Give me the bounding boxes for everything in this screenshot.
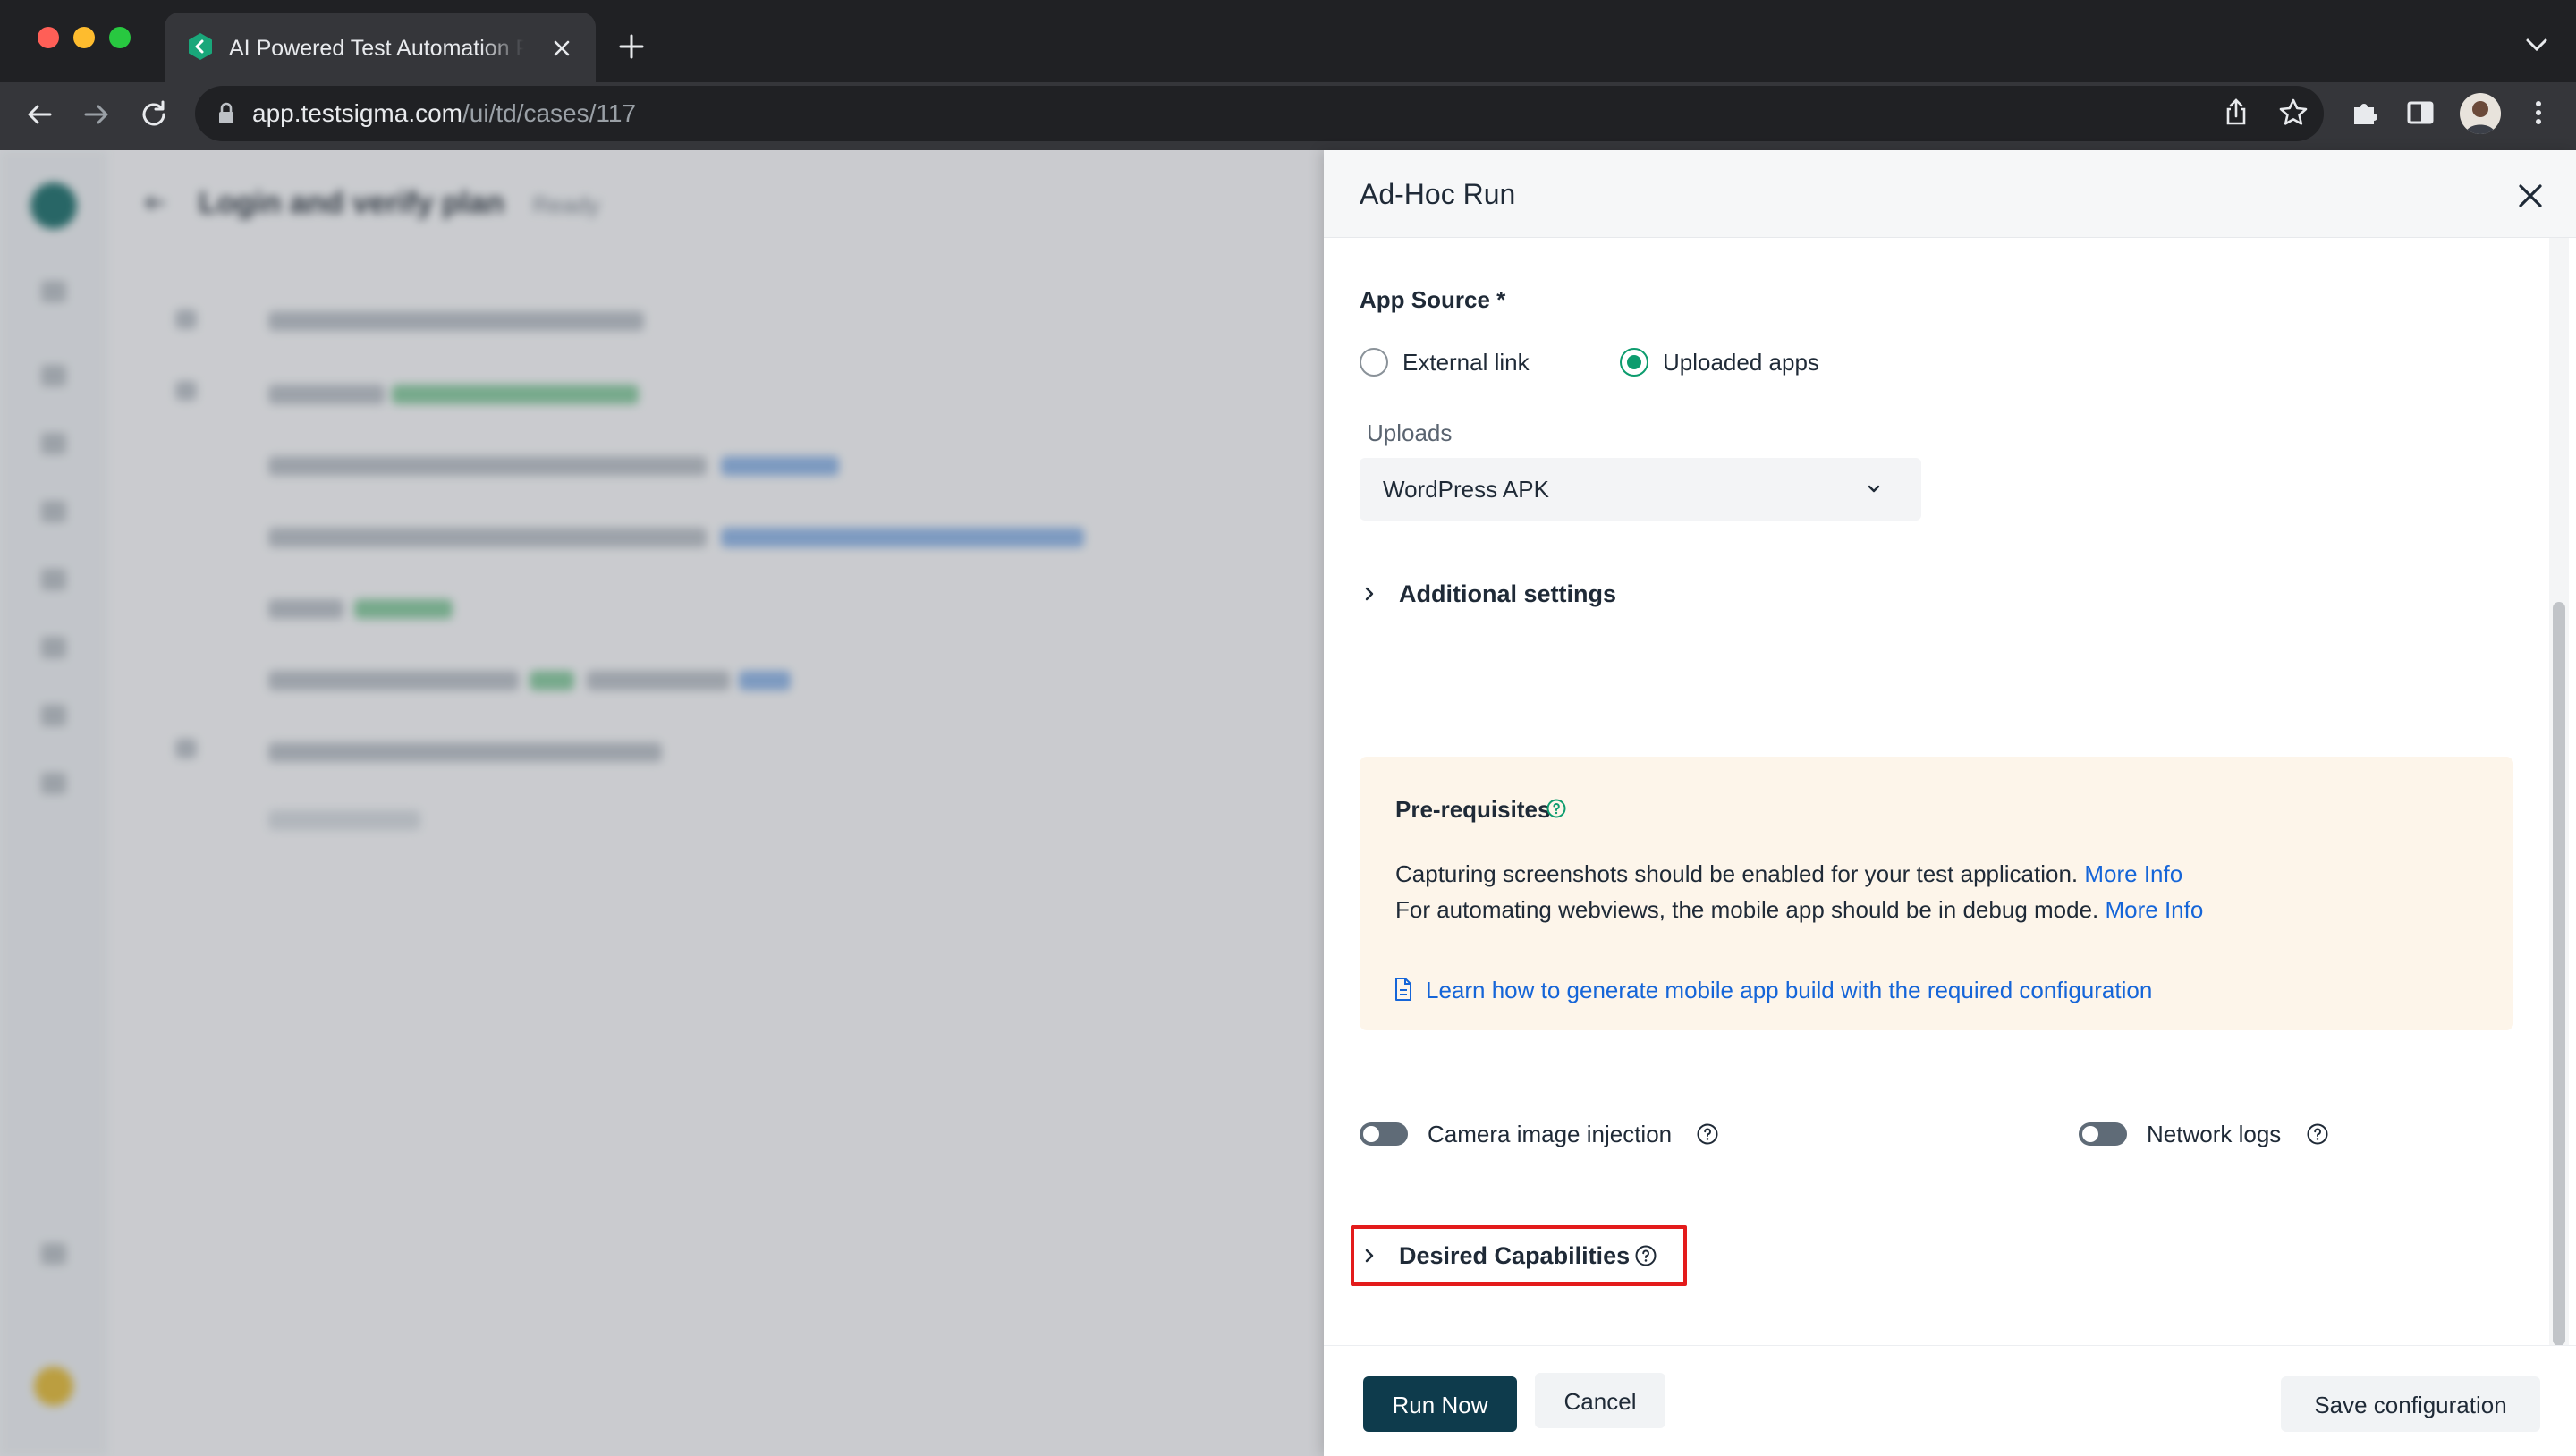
uploaded-apps-label[interactable]: Uploaded apps	[1663, 349, 1819, 377]
document-icon	[1395, 978, 1411, 1001]
desired-capabilities-toggle[interactable]: Desired Capabilities	[1360, 1238, 1682, 1274]
browser-tab-bar: AI Powered Test Automation Platform	[0, 0, 2576, 82]
uploads-selected-value: WordPress APK	[1383, 476, 1549, 503]
help-circle-icon[interactable]	[1634, 1244, 1657, 1267]
tab-search-chevron-icon[interactable]	[2521, 32, 2553, 57]
drawer-footer: Run Now Cancel Save configuration	[1324, 1345, 2576, 1456]
window-close-button[interactable]	[38, 27, 59, 48]
browser-tab-active[interactable]: AI Powered Test Automation Platform	[165, 13, 596, 82]
help-circle-icon[interactable]	[1696, 1122, 1719, 1146]
drawer-scrollbar-thumb[interactable]	[2553, 602, 2565, 1346]
uploads-select[interactable]: WordPress APK	[1360, 458, 1921, 521]
url-text: app.testsigma.com/ui/td/cases/117	[252, 86, 636, 141]
browser-menu-icon[interactable]	[2521, 95, 2556, 131]
external-link-radio[interactable]	[1360, 348, 1388, 377]
address-bar[interactable]: app.testsigma.com/ui/td/cases/117	[195, 86, 2324, 141]
prerequisites-panel: Pre-requisites Capturing screenshots sho…	[1360, 757, 2513, 1030]
extensions-puzzle-icon[interactable]	[2347, 95, 2383, 131]
additional-settings-label: Additional settings	[1399, 580, 1616, 607]
ad-hoc-run-drawer: Ad-Hoc Run App Source * External link Up…	[1324, 150, 2576, 1456]
external-link-label[interactable]: External link	[1402, 349, 1530, 377]
testsigma-favicon-icon	[189, 33, 212, 60]
chevron-down-icon	[1868, 485, 1880, 493]
user-avatar-icon	[2465, 101, 2496, 134]
prerequisite-webview-text: For automating webviews, the mobile app …	[1395, 896, 2204, 923]
chevron-right-icon	[1365, 587, 1374, 601]
prerequisites-title: Pre-requisites	[1395, 796, 1551, 823]
reload-icon[interactable]	[136, 97, 172, 132]
url-domain: app.testsigma.com	[252, 99, 462, 127]
new-tab-icon[interactable]	[614, 29, 649, 64]
window-zoom-button[interactable]	[109, 27, 131, 48]
drawer-title: Ad-Hoc Run	[1360, 178, 1516, 210]
save-configuration-button[interactable]: Save configuration	[2281, 1376, 2540, 1432]
help-circle-icon[interactable]	[2306, 1122, 2329, 1146]
lock-icon	[219, 102, 233, 123]
additional-settings-toggle[interactable]: Additional settings	[1360, 576, 1664, 612]
more-info-link[interactable]: More Info	[2106, 896, 2204, 923]
network-logs-toggle[interactable]	[2079, 1122, 2127, 1146]
app-source-label: App Source *	[1360, 286, 1506, 313]
close-icon[interactable]	[2515, 181, 2546, 211]
uploaded-apps-radio[interactable]	[1620, 348, 1648, 377]
uploads-label: Uploads	[1367, 419, 1453, 446]
camera-image-injection-label: Camera image injection	[1428, 1121, 1673, 1147]
help-circle-icon[interactable]	[1546, 798, 1567, 819]
profile-avatar[interactable]	[2460, 93, 2501, 134]
drawer-header: Ad-Hoc Run	[1324, 150, 2576, 238]
prerequisite-screenshot-text: Capturing screenshots should be enabled …	[1395, 860, 2183, 887]
desired-capabilities-label: Desired Capabilities	[1399, 1242, 1631, 1269]
cancel-button[interactable]: Cancel	[1535, 1373, 1665, 1428]
url-path: /ui/td/cases/117	[462, 99, 637, 127]
modal-backdrop[interactable]	[0, 150, 1324, 1456]
forward-arrow-icon[interactable]	[79, 97, 114, 132]
more-info-link[interactable]: More Info	[2084, 860, 2182, 887]
network-logs-label: Network logs	[2147, 1121, 2282, 1147]
mobile-build-guide-link[interactable]: Learn how to generate mobile app build w…	[1426, 977, 2152, 1004]
window-minimize-button[interactable]	[73, 27, 95, 48]
bookmark-star-icon[interactable]	[2275, 95, 2311, 131]
share-icon[interactable]	[2218, 95, 2254, 131]
chevron-right-icon	[1365, 1249, 1374, 1263]
camera-image-injection-toggle[interactable]	[1360, 1122, 1408, 1146]
run-now-button[interactable]: Run Now	[1363, 1376, 1517, 1432]
back-arrow-icon[interactable]	[21, 97, 57, 132]
tab-title: AI Powered Test Automation Platform	[229, 36, 524, 61]
side-panel-icon[interactable]	[2402, 95, 2438, 131]
tab-close-icon[interactable]	[547, 34, 576, 63]
